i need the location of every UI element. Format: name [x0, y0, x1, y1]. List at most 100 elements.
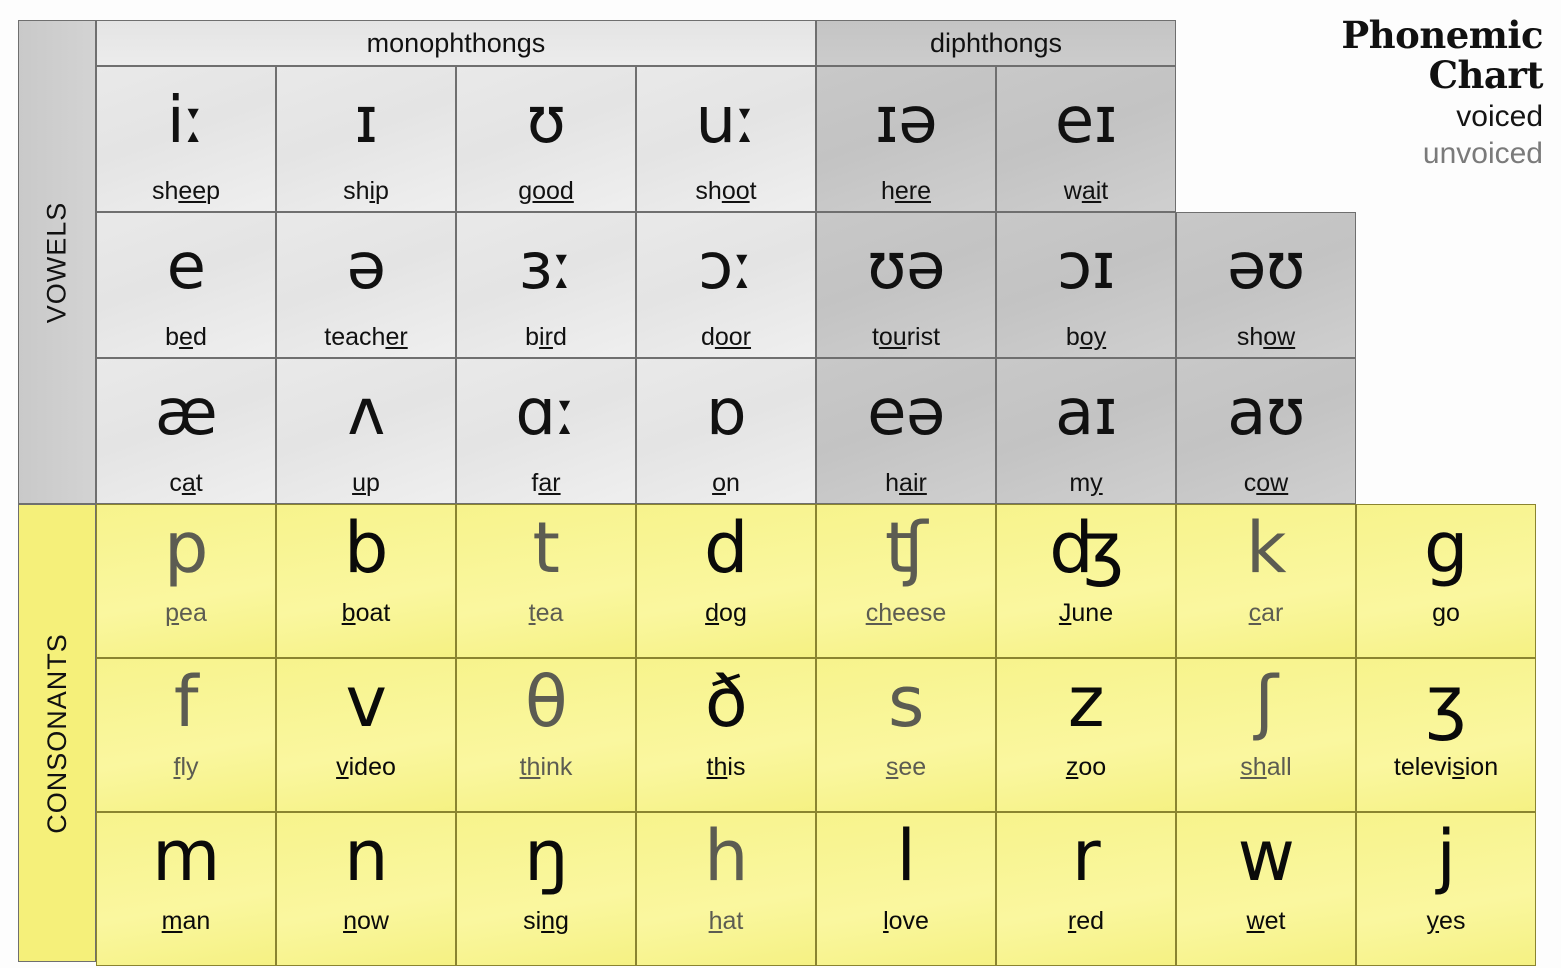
phoneme-cell-now[interactable]: n now [276, 812, 456, 966]
example-word: up [352, 469, 380, 497]
phoneme-symbol: ʊ [526, 84, 566, 158]
phoneme-cell-shoot[interactable]: uː shoot [636, 66, 816, 212]
phoneme-cell-sing[interactable]: ŋ sing [456, 812, 636, 966]
phoneme-symbol: æ [154, 376, 218, 450]
example-word: cheese [865, 599, 947, 627]
phoneme-symbol: ɒ [705, 376, 747, 450]
phoneme-cell-hat[interactable]: h hat [636, 812, 816, 966]
example-word: wait [1063, 177, 1109, 205]
phoneme-symbol: ə [346, 230, 386, 304]
example-word: video [336, 753, 396, 781]
phoneme-cell-see[interactable]: s see [816, 658, 996, 812]
example-word: ship [343, 177, 389, 205]
phoneme-cell-cat[interactable]: æ cat [96, 358, 276, 504]
phoneme-cell-good[interactable]: ʊ good [456, 66, 636, 212]
phoneme-cell-door[interactable]: ɔː door [636, 212, 816, 358]
phoneme-cell-tourist[interactable]: ʊə tourist [816, 212, 996, 358]
phoneme-cell-video[interactable]: v video [276, 658, 456, 812]
phoneme-symbol: z [1067, 661, 1105, 743]
phoneme-symbol: t [532, 507, 560, 589]
phoneme-symbol: ʤ [1049, 507, 1123, 589]
page-title-line2: Chart [1428, 52, 1544, 97]
example-word: door [700, 323, 752, 351]
example-word: dog [705, 599, 747, 627]
phoneme-cell-on[interactable]: ɒ on [636, 358, 816, 504]
phoneme-symbol: ɔɪ [1057, 230, 1115, 304]
phoneme-symbol: ɜː [518, 230, 574, 304]
vowels-section-label: VOWELS [18, 20, 96, 504]
example-word: wet [1246, 907, 1286, 935]
phoneme-symbol: n [344, 815, 388, 897]
phoneme-symbol: aʊ [1227, 376, 1305, 450]
phoneme-symbol: ɑː [515, 376, 577, 450]
example-word: hair [885, 469, 927, 497]
phoneme-symbol: j [1436, 815, 1456, 897]
phoneme-cell-shall[interactable]: ʃ shall [1176, 658, 1356, 812]
phoneme-cell-zoo[interactable]: z zoo [996, 658, 1176, 812]
phoneme-cell-wait[interactable]: eɪ wait [996, 66, 1176, 212]
legend-unvoiced: unvoiced [1422, 137, 1543, 171]
example-word: now [343, 907, 389, 935]
phoneme-symbol: d [704, 507, 748, 589]
phoneme-cell-this[interactable]: ð this [636, 658, 816, 812]
phoneme-cell-cheese[interactable]: ʧ cheese [816, 504, 996, 658]
example-word: television [1393, 753, 1499, 781]
phoneme-cell-teacher[interactable]: ə teacher [276, 212, 456, 358]
example-word: far [531, 469, 561, 497]
phoneme-cell-yes[interactable]: j yes [1356, 812, 1536, 966]
phoneme-cell-bird[interactable]: ɜː bird [456, 212, 636, 358]
legend-voiced: voiced [1456, 99, 1543, 133]
phoneme-cell-think[interactable]: θ think [456, 658, 636, 812]
phoneme-symbol: θ [524, 661, 568, 743]
phoneme-cell-bed[interactable]: e bed [96, 212, 276, 358]
phoneme-cell-here[interactable]: ɪə here [816, 66, 996, 212]
phoneme-symbol: əʊ [1227, 230, 1305, 304]
phoneme-cell-pea[interactable]: p pea [96, 504, 276, 658]
phoneme-cell-red[interactable]: r red [996, 812, 1176, 966]
phoneme-cell-boat[interactable]: b boat [276, 504, 456, 658]
phoneme-cell-june[interactable]: ʤ June [996, 504, 1176, 658]
example-word: yes [1426, 907, 1466, 935]
example-word: bird [525, 323, 567, 351]
example-word: shoot [695, 177, 757, 205]
phoneme-cell-up[interactable]: ʌ up [276, 358, 456, 504]
phoneme-cell-dog[interactable]: d dog [636, 504, 816, 658]
phoneme-cell-love[interactable]: l love [816, 812, 996, 966]
phoneme-symbol: eɪ [1054, 84, 1118, 158]
phoneme-cell-tea[interactable]: t tea [456, 504, 636, 658]
phoneme-symbol: ʃ [1254, 661, 1278, 743]
phoneme-cell-television[interactable]: ʒ television [1356, 658, 1536, 812]
phoneme-cell-car[interactable]: k car [1176, 504, 1356, 658]
phoneme-symbol: ɔː [698, 230, 754, 304]
phoneme-cell-hair[interactable]: eə hair [816, 358, 996, 504]
phoneme-cell-show[interactable]: əʊ show [1176, 212, 1356, 358]
phoneme-cell-cow[interactable]: aʊ cow [1176, 358, 1356, 504]
phoneme-cell-far[interactable]: ɑː far [456, 358, 636, 504]
example-word: love [883, 907, 929, 935]
example-word: man [161, 907, 211, 935]
phoneme-cell-man[interactable]: m man [96, 812, 276, 966]
example-word: my [1069, 469, 1103, 497]
consonants-section-label: CONSONANTS [18, 504, 96, 962]
phoneme-cell-wet[interactable]: w wet [1176, 812, 1356, 966]
phonemic-chart: Phonemic Chart voiced unvoiced monophtho… [0, 0, 1561, 968]
phoneme-symbol: uː [695, 84, 757, 158]
phoneme-symbol: v [345, 661, 387, 743]
phoneme-cell-go[interactable]: g go [1356, 504, 1536, 658]
phoneme-cell-boy[interactable]: ɔɪ boy [996, 212, 1176, 358]
phoneme-cell-ship[interactable]: ɪ ship [276, 66, 456, 212]
phoneme-symbol: ɪ [354, 84, 378, 158]
phoneme-symbol: ɪə [874, 84, 938, 158]
example-word: June [1058, 599, 1114, 627]
phoneme-symbol: s [888, 661, 924, 743]
monophthongs-header: monophthongs [96, 20, 816, 66]
example-word: boy [1065, 323, 1107, 351]
phoneme-symbol: aɪ [1055, 376, 1118, 450]
phoneme-cell-my[interactable]: aɪ my [996, 358, 1176, 504]
example-word: go [1432, 599, 1460, 627]
example-word: hat [708, 907, 744, 935]
phoneme-cell-fly[interactable]: f fly [96, 658, 276, 812]
phoneme-cell-sheep[interactable]: iː sheep [96, 66, 276, 212]
consonants-label-text: CONSONANTS [41, 632, 72, 834]
phoneme-symbol: e [166, 230, 206, 304]
